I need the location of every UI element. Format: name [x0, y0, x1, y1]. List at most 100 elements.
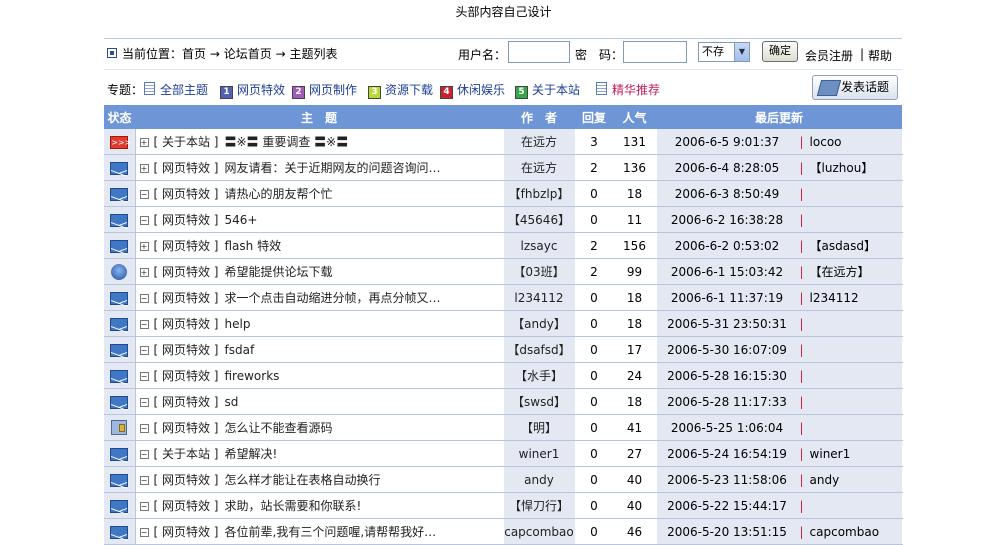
topic-title-link[interactable]: 546+: [225, 213, 258, 227]
topic-filter-7[interactable]: 精华推荐: [596, 81, 660, 98]
topic-title-link[interactable]: fsdaf: [225, 343, 255, 357]
table-row[interactable]: −[ 网页特效 ] 怎么让不能查看源码 【明】 0 41 2006-5-25 1:06:0…: [104, 414, 903, 441]
topic-title-link[interactable]: 求助，站长需要和你联系!: [225, 499, 362, 513]
author-link[interactable]: 【明】: [502, 414, 576, 441]
table-row[interactable]: −[ 网页特效 ] 各位前辈,我有三个问题喔,请帮帮我好… capcombao 0 46…: [104, 518, 903, 545]
table-row[interactable]: +[ 网页特效 ] 网友请看：关于近期网友的问题咨询问… 在远方 2 136 2006-6…: [104, 154, 903, 181]
author-link[interactable]: 【水手】: [502, 362, 576, 389]
expand-toggle-icon[interactable]: −: [139, 294, 149, 303]
topic-title-link[interactable]: 希望解决!: [225, 447, 278, 461]
topic-category-link[interactable]: [ 网页特效 ]: [154, 187, 219, 201]
topic-category-link[interactable]: [ 网页特效 ]: [154, 369, 219, 383]
table-row[interactable]: −[ 网页特效 ] 求助，站长需要和你联系! 【悍刀行】 0 40 2006-5-22 1…: [104, 492, 903, 519]
table-row[interactable]: >>> +[ 关于本站 ] 〓※〓 重要调查 〓※〓 在远方 3 131 2006-6-5 …: [104, 129, 903, 155]
last-reply-user-link[interactable]: locoo: [810, 135, 842, 149]
expand-toggle-icon[interactable]: −: [139, 216, 149, 225]
topic-category-link[interactable]: [ 网页特效 ]: [154, 395, 219, 409]
expand-toggle-icon[interactable]: −: [139, 190, 149, 199]
table-row[interactable]: −[ 网页特效 ] help 【andy】 0 18 2006-5-31 23:50:31…: [104, 310, 903, 337]
author-link[interactable]: 在远方: [502, 154, 576, 181]
topic-category-link[interactable]: [ 网页特效 ]: [154, 317, 219, 331]
topic-category-link[interactable]: [ 网页特效 ]: [154, 291, 219, 305]
table-row[interactable]: −[ 网页特效 ] sd 【swsd】 0 18 2006-5-28 11:17:33 |: [104, 388, 903, 415]
password-input[interactable]: [623, 41, 687, 63]
last-reply-user-link[interactable]: l234112: [810, 291, 859, 305]
topic-filter-4[interactable]: 3 资源下载: [368, 81, 433, 99]
topic-filter-5[interactable]: 4 休闲娱乐: [440, 81, 505, 99]
expand-toggle-icon[interactable]: −: [139, 346, 149, 355]
author-link[interactable]: 【dsafsd】: [502, 336, 576, 363]
topic-category-link[interactable]: [ 网页特效 ]: [154, 213, 219, 227]
topic-category-link[interactable]: [ 网页特效 ]: [154, 421, 219, 435]
expand-toggle-icon[interactable]: +: [139, 242, 149, 251]
topic-category-link[interactable]: [ 网页特效 ]: [154, 499, 219, 513]
breadcrumb-home-link[interactable]: 首页: [182, 47, 206, 61]
author-link[interactable]: 【03班】: [502, 258, 576, 285]
expand-toggle-icon[interactable]: −: [139, 502, 149, 511]
topic-title-link[interactable]: 怎么样才能让在表格自动换行: [225, 473, 381, 487]
username-input[interactable]: [508, 41, 570, 63]
expand-toggle-icon[interactable]: −: [139, 476, 149, 485]
register-link[interactable]: 会员注册: [805, 47, 853, 64]
expand-toggle-icon[interactable]: −: [139, 398, 149, 407]
expand-toggle-icon[interactable]: −: [139, 450, 149, 459]
table-row[interactable]: +[ 网页特效 ] 希望能提供论坛下载 【03班】 2 99 2006-6-1 15:03…: [104, 258, 903, 285]
topic-filter-2[interactable]: 1 网页特效: [220, 81, 285, 99]
author-link[interactable]: capcombao: [502, 518, 576, 545]
topic-title-link[interactable]: 〓※〓 重要调查 〓※〓: [225, 135, 349, 149]
topic-category-link[interactable]: [ 网页特效 ]: [154, 473, 219, 487]
expand-toggle-icon[interactable]: +: [139, 138, 149, 147]
topic-category-link[interactable]: [ 关于本站 ]: [154, 447, 219, 461]
topic-filter-1[interactable]: 全部主题: [144, 81, 208, 98]
expand-toggle-icon[interactable]: −: [139, 424, 149, 433]
expand-toggle-icon[interactable]: −: [139, 320, 149, 329]
topic-title-link[interactable]: 各位前辈,我有三个问题喔,请帮帮我好…: [225, 525, 437, 539]
expand-toggle-icon[interactable]: −: [139, 528, 149, 537]
topic-title-link[interactable]: 怎么让不能查看源码: [225, 421, 333, 435]
post-topic-button[interactable]: 发表话题: [812, 75, 898, 100]
topic-title-link[interactable]: help: [225, 317, 251, 331]
topic-category-link[interactable]: [ 网页特效 ]: [154, 525, 219, 539]
topic-title-link[interactable]: sd: [225, 395, 239, 409]
table-row[interactable]: −[ 网页特效 ] 546+ 【45646】 0 11 2006-6-2 16:38:28…: [104, 206, 903, 233]
author-link[interactable]: 【andy】: [502, 310, 576, 337]
table-row[interactable]: +[ 网页特效 ] flash 特效 lzsayc 2 156 2006-6-2 0:53…: [104, 232, 903, 259]
breadcrumb-forum-link[interactable]: 论坛首页: [224, 47, 272, 61]
last-reply-user-link[interactable]: 【luzhou】: [810, 161, 874, 175]
table-row[interactable]: −[ 网页特效 ] 怎么样才能让在表格自动换行 andy 0 40 2006-5-23 1…: [104, 466, 903, 493]
author-link[interactable]: winer1: [502, 440, 576, 467]
last-reply-user-link[interactable]: 【在远方】: [810, 265, 870, 279]
topic-title-link[interactable]: 希望能提供论坛下载: [225, 265, 333, 279]
last-reply-user-link[interactable]: winer1: [810, 447, 851, 461]
topic-title-link[interactable]: flash 特效: [225, 239, 282, 253]
expand-toggle-icon[interactable]: +: [139, 268, 149, 277]
table-row[interactable]: −[ 网页特效 ] fireworks 【水手】 0 24 2006-5-28 16:15…: [104, 362, 903, 389]
last-reply-user-link[interactable]: 【asdasd】: [810, 239, 876, 253]
topic-title-link[interactable]: 求一个点击自动缩进分帧，再点分帧又…: [225, 291, 441, 305]
topic-title-link[interactable]: 请热心的朋友帮个忙: [225, 187, 333, 201]
last-reply-user-link[interactable]: capcombao: [810, 525, 880, 539]
table-row[interactable]: −[ 网页特效 ] 请热心的朋友帮个忙 【fhbzlp】 0 18 2006-6-3 8:…: [104, 180, 903, 207]
topic-title-link[interactable]: fireworks: [225, 369, 280, 383]
topic-category-link[interactable]: [ 网页特效 ]: [154, 161, 219, 175]
topic-category-link[interactable]: [ 网页特效 ]: [154, 265, 219, 279]
topic-filter-3[interactable]: 2 网页制作: [292, 81, 357, 99]
author-link[interactable]: 【swsd】: [502, 388, 576, 415]
table-row[interactable]: −[ 网页特效 ] 求一个点击自动缩进分帧，再点分帧又… l234112 0 18 200…: [104, 284, 903, 311]
topic-title-link[interactable]: 网友请看：关于近期网友的问题咨询问…: [225, 161, 441, 175]
author-link[interactable]: 【45646】: [502, 206, 576, 233]
table-row[interactable]: −[ 网页特效 ] fsdaf 【dsafsd】 0 17 2006-5-30 16:07…: [104, 336, 903, 363]
author-link[interactable]: 在远方: [502, 129, 576, 155]
topic-filter-6[interactable]: 5 关于本站: [515, 81, 580, 99]
topic-category-link[interactable]: [ 网页特效 ]: [154, 239, 219, 253]
last-reply-user-link[interactable]: andy: [810, 473, 840, 487]
confirm-button[interactable]: 确定: [762, 41, 798, 62]
table-row[interactable]: −[ 关于本站 ] 希望解决! winer1 0 27 2006-5-24 16:54:1…: [104, 440, 903, 467]
topic-category-link[interactable]: [ 关于本站 ]: [154, 135, 219, 149]
author-link[interactable]: 【fhbzlp】: [502, 180, 576, 207]
author-link[interactable]: lzsayc: [502, 232, 576, 259]
expand-toggle-icon[interactable]: +: [139, 164, 149, 173]
author-link[interactable]: andy: [502, 466, 576, 493]
expand-toggle-icon[interactable]: −: [139, 372, 149, 381]
author-link[interactable]: 【悍刀行】: [502, 492, 576, 519]
